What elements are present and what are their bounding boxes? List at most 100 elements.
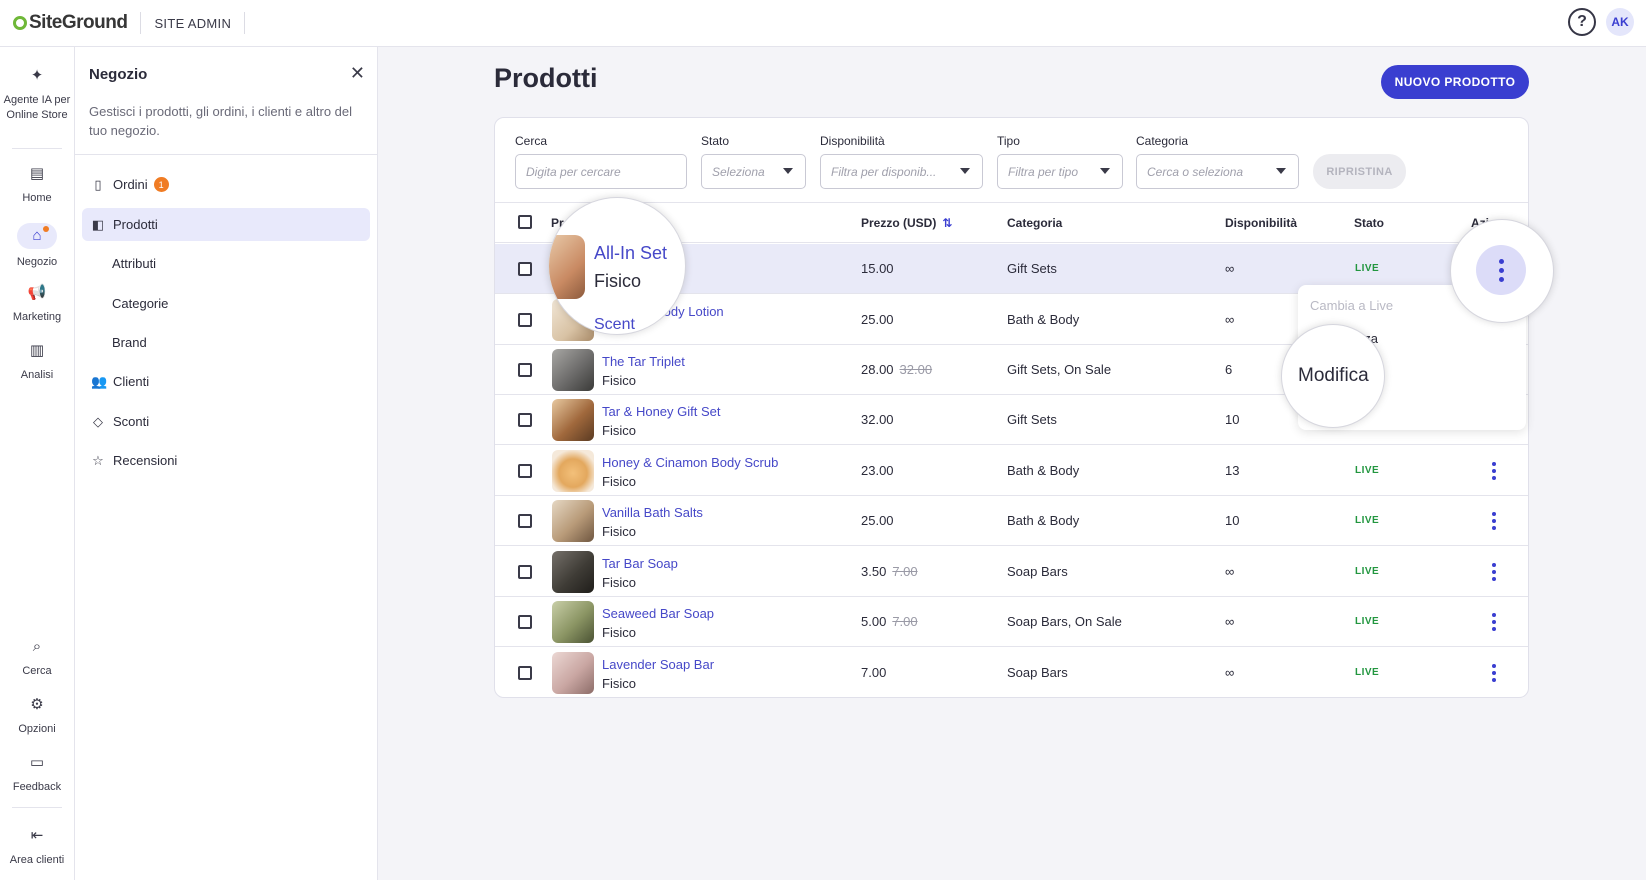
nav-item-label: Categorie [112,296,169,311]
column-price[interactable]: Prezzo (USD) ⇅ [861,216,952,230]
availability-cell: 10 [1225,513,1240,528]
rail-item-ai-agent[interactable]: ✦ Agente IA per Online Store [0,65,74,123]
product-thumbnail [552,652,594,694]
category-cell: Gift Sets [1007,412,1057,427]
search-input[interactable]: Digita per cercare [515,154,687,189]
row-checkbox[interactable] [518,666,532,680]
close-icon[interactable]: ✕ [350,63,365,84]
product-type: Fisico [602,575,636,590]
row-actions-icon[interactable] [1491,662,1497,684]
nav-item-products[interactable]: ◧ Prodotti [82,208,370,241]
rail-item-label: Feedback [12,781,62,793]
product-thumbnail [552,500,594,542]
menu-item-edit[interactable]: Modifica [1298,365,1369,387]
tag-icon: ◇ [93,413,103,429]
rail-item-feedback[interactable]: ▭ Feedback [0,752,74,795]
product-thumbnail [552,551,594,593]
row-checkbox[interactable] [518,313,532,327]
old-price: 7.00 [892,614,918,629]
nav-item-attributes[interactable]: Attributi [82,247,370,280]
status-badge: LIVE [1355,667,1380,678]
price-cell: 25.00 [861,513,894,528]
nav-item-customers[interactable]: 👥 Clienti [82,365,370,398]
row-actions-icon[interactable] [1491,510,1497,532]
row-checkbox[interactable] [518,363,532,377]
table-row[interactable]: Seaweed Bar Soap Fisico 5.00 7.00 Soap Ba… [495,597,1528,647]
table-row[interactable]: Honey & Cinamon Body Scrub Fisico 23.00 … [495,446,1528,496]
notification-dot [43,226,49,232]
row-actions-icon[interactable] [1491,611,1497,633]
row-checkbox[interactable] [518,262,532,276]
product-name-link[interactable]: The Tar Triplet [602,354,685,369]
row-actions-icon[interactable] [1491,460,1497,482]
status-badge: LIVE [1355,616,1380,627]
product-name-link[interactable]: Vanilla Bath Salts [602,505,703,520]
nav-item-label: Brand [112,335,147,350]
row-actions-icon[interactable] [1491,561,1497,583]
row-checkbox[interactable] [518,464,532,478]
divider [12,148,62,149]
row-checkbox[interactable] [518,413,532,427]
nav-item-categories[interactable]: Categorie [82,287,370,320]
table-row[interactable]: Vanilla Bath Salts Fisico 25.00 Bath & B… [495,496,1528,546]
availability-cell: 13 [1225,463,1240,478]
nav-item-orders[interactable]: ▯ Ordini 1 [82,168,370,201]
product-type: Fisico [602,676,636,691]
reset-button[interactable]: RIPRISTINA [1313,154,1406,189]
nav-item-brand[interactable]: Brand [82,326,370,359]
category-select[interactable]: Cerca o seleziona [1136,154,1299,189]
product-name-link[interactable]: Lavender Soap Bar [602,657,714,672]
product-name-link[interactable]: Seaweed Bar Soap [602,606,714,621]
table-row[interactable]: Lavender Soap Bar Fisico 7.00 Soap Bars … [495,648,1528,697]
rail-item-label: Cerca [22,665,52,677]
column-category: Categoria [1007,216,1063,230]
row-checkbox[interactable] [518,565,532,579]
select-all-checkbox[interactable] [518,215,532,229]
rail-item-home[interactable]: ▤ Home [0,163,74,206]
rail-item-label: Opzioni [18,723,56,735]
rail-item-analytics[interactable]: ▥ Analisi [0,340,74,383]
zoomed-product-name[interactable]: All-In Set [594,243,667,264]
rail-item-label: Analisi [20,369,54,381]
nav-item-reviews[interactable]: ☆ Recensioni [82,444,370,477]
zoomed-partial-name: Scent [594,316,635,333]
menu-item-make-live[interactable]: Cambia a Live [1310,298,1393,313]
zoomed-product-type: Fisico [594,271,642,291]
rail-item-client-area[interactable]: ⇤ Area clienti [0,825,74,868]
rail-item-search[interactable]: ⌕ Cerca [0,636,74,679]
category-cell: Soap Bars [1007,564,1068,579]
product-name-link[interactable]: Honey & Cinamon Body Scrub [602,455,778,470]
nav-item-discounts[interactable]: ◇ Sconti [82,405,370,438]
logout-icon: ⇤ [30,827,44,844]
panel-title: Negozio [89,66,148,83]
row-checkbox[interactable] [518,514,532,528]
rail-item-label: Negozio [16,256,58,268]
availability-cell: 6 [1225,362,1233,377]
rail-item-store[interactable]: ⌂ Negozio [0,223,74,270]
help-icon[interactable]: ? [1568,8,1596,36]
row-checkbox[interactable] [518,615,532,629]
table-row[interactable]: Tar Bar Soap Fisico 3.50 7.00 Soap Bars ∞… [495,547,1528,597]
divider [75,154,378,155]
product-type: Fisico [602,423,636,438]
type-select[interactable]: Filtra per tipo [997,154,1123,189]
product-name-link[interactable]: Tar Bar Soap [602,556,678,571]
price-cell: 15.00 [861,261,894,276]
sort-icon[interactable]: ⇅ [942,216,952,230]
nav-item-label: Sconti [113,414,150,429]
new-product-button[interactable]: NUOVO PRODOTTO [1381,65,1529,99]
users-icon: 👥 [91,373,108,389]
availability-select[interactable]: Filtra per disponib... [820,154,983,189]
column-availability: Disponibilità [1225,216,1297,230]
product-thumbnail [549,235,585,299]
rail-item-marketing[interactable]: 📢 Marketing [0,282,74,325]
star-icon: ☆ [92,452,104,468]
product-name-link[interactable]: Tar & Honey Gift Set [602,404,721,419]
avatar[interactable]: AK [1606,8,1634,36]
site-admin-label: SITE ADMIN [154,15,232,31]
rail-item-options[interactable]: ⚙ Opzioni [0,694,74,737]
status-select[interactable]: Seleziona [701,154,806,189]
siteground-logo[interactable]: SiteGround [13,12,128,34]
chevron-down-icon [960,168,970,174]
row-actions-icon[interactable] [1476,245,1526,295]
